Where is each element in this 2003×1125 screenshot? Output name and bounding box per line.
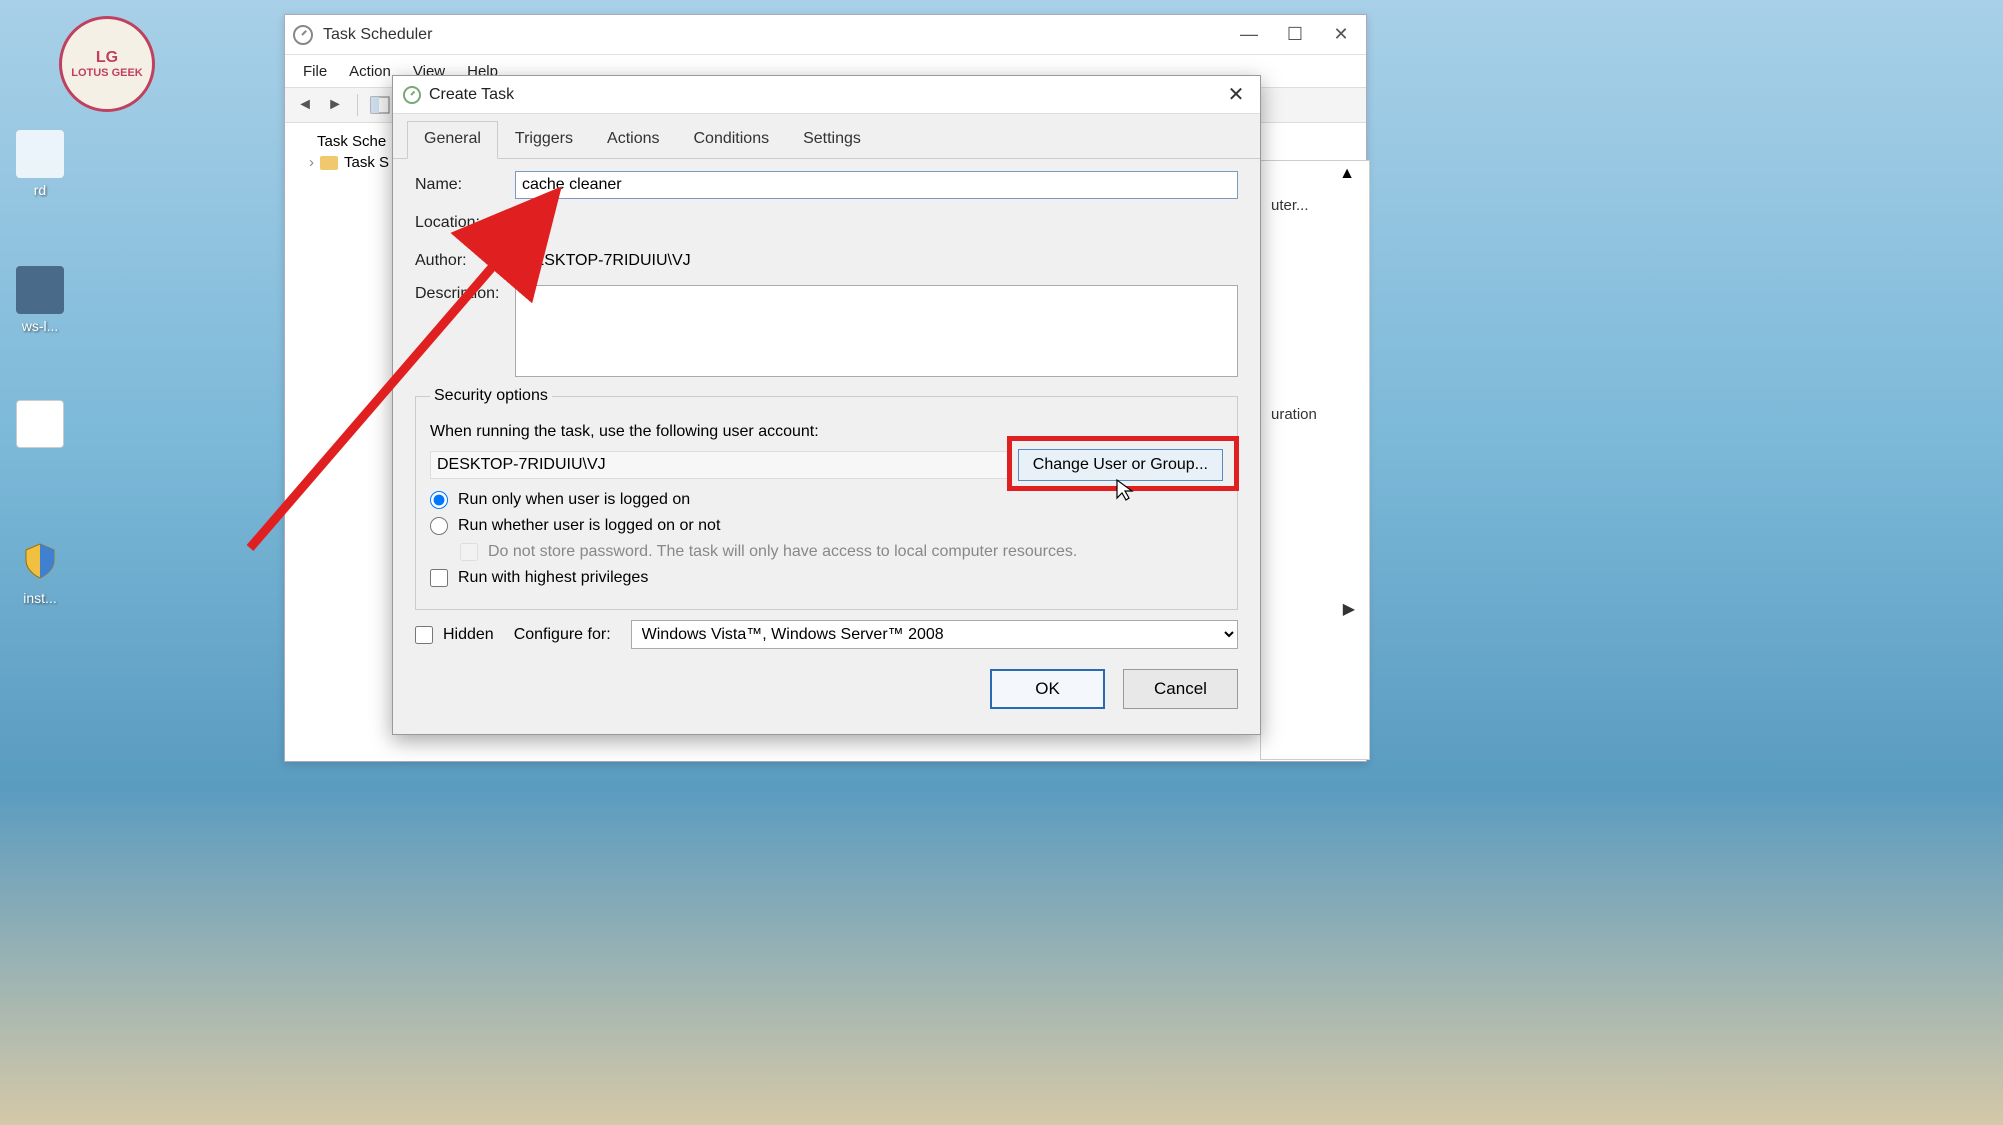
cancel-button[interactable]: Cancel <box>1123 669 1238 709</box>
back-button[interactable]: ◄ <box>293 93 317 117</box>
panel-item[interactable]: uration <box>1261 400 1369 429</box>
description-input[interactable] <box>515 285 1238 377</box>
toolbar-item[interactable] <box>368 93 392 117</box>
checkbox-hidden[interactable]: Hidden <box>415 626 494 644</box>
name-input[interactable] <box>515 171 1238 199</box>
tab-triggers[interactable]: Triggers <box>498 121 590 159</box>
tree-label: Task S <box>344 154 389 171</box>
tab-general[interactable]: General <box>407 121 498 159</box>
change-user-button[interactable]: Change User or Group... <box>1018 449 1223 481</box>
menu-file[interactable]: File <box>303 63 327 80</box>
bottom-row: Hidden Configure for: Windows Vista™, Wi… <box>393 610 1260 659</box>
tab-actions[interactable]: Actions <box>590 121 676 159</box>
maximize-button[interactable]: ☐ <box>1286 26 1304 44</box>
dialog-title: Create Task <box>429 86 514 104</box>
ok-button[interactable]: OK <box>990 669 1105 709</box>
actions-panel: ▲ uter... uration ▶ <box>1260 160 1370 760</box>
minimize-button[interactable]: — <box>1240 26 1258 44</box>
desktop-icon[interactable]: ws-l... <box>0 266 80 334</box>
titlebar[interactable]: Task Scheduler — ☐ ✕ <box>285 15 1366 55</box>
radio-label: Run whether user is logged on or not <box>458 517 720 535</box>
collapse-caret[interactable]: ▲ <box>1339 165 1355 183</box>
clock-icon <box>293 25 313 45</box>
checkbox-no-password-input <box>460 543 478 561</box>
security-fieldset: Security options When running the task, … <box>415 387 1238 610</box>
close-button[interactable]: ✕ <box>1222 81 1250 109</box>
desktop-icon[interactable] <box>0 400 80 452</box>
radio-logged-on[interactable]: Run only when user is logged on <box>430 491 1223 509</box>
dialog-titlebar[interactable]: Create Task ✕ <box>393 76 1260 114</box>
separator <box>357 94 358 116</box>
tree-label: Task Sche <box>317 133 386 150</box>
description-label: Description: <box>415 285 515 303</box>
checkbox-highest-privileges[interactable]: Run with highest privileges <box>430 569 1223 587</box>
location-value: \ <box>515 209 1238 237</box>
panel-item[interactable]: uter... <box>1261 191 1369 220</box>
checkbox-hidden-input[interactable] <box>415 626 433 644</box>
shield-icon <box>16 538 64 586</box>
check-label: Run with highest privileges <box>458 569 648 587</box>
dialog-buttons: OK Cancel <box>393 659 1260 725</box>
desktop-icon[interactable]: inst... <box>0 538 80 606</box>
desktop-icon[interactable]: rd <box>0 130 80 198</box>
tabstrip: General Triggers Actions Conditions Sett… <box>393 120 1260 159</box>
checkbox-highest-input[interactable] <box>430 569 448 587</box>
configure-for-label: Configure for: <box>514 626 611 644</box>
forward-button[interactable]: ► <box>323 93 347 117</box>
name-label: Name: <box>415 176 515 194</box>
tab-conditions[interactable]: Conditions <box>676 121 786 159</box>
radio-label: Run only when user is logged on <box>458 491 690 509</box>
tab-settings[interactable]: Settings <box>786 121 878 159</box>
configure-for-select[interactable]: Windows Vista™, Windows Server™ 2008 <box>631 620 1238 649</box>
shortcut-icon <box>16 266 64 314</box>
check-label: Do not store password. The task will onl… <box>488 543 1077 561</box>
radio-whether-logged-input[interactable] <box>430 517 448 535</box>
check-label: Hidden <box>443 626 494 644</box>
close-button[interactable]: ✕ <box>1332 26 1350 44</box>
folder-icon <box>320 156 338 170</box>
author-label: Author: <box>415 252 515 270</box>
menu-action[interactable]: Action <box>349 63 391 80</box>
document-icon <box>16 400 64 448</box>
user-account-value: DESKTOP-7RIDUIU\VJ <box>430 451 1008 479</box>
location-label: Location: <box>415 214 515 232</box>
icon-label: inst... <box>23 590 56 606</box>
radio-logged-on-input[interactable] <box>430 491 448 509</box>
logo-text: LOTUS GEEK <box>71 67 143 79</box>
icon-label: ws-l... <box>22 318 59 334</box>
shortcut-icon <box>16 130 64 178</box>
window-title: Task Scheduler <box>323 26 432 44</box>
when-running-label: When running the task, use the following… <box>430 423 1223 441</box>
icon-label: rd <box>34 182 46 198</box>
dialog-body: Name: Location: \ Author: DESKTOP-7RIDUI… <box>393 159 1260 610</box>
radio-whether-logged[interactable]: Run whether user is logged on or not <box>430 517 1223 535</box>
checkbox-no-password: Do not store password. The task will onl… <box>460 543 1223 561</box>
author-value: DESKTOP-7RIDUIU\VJ <box>515 247 1238 275</box>
logo-badge: LG LOTUS GEEK <box>59 16 155 112</box>
clock-icon <box>295 134 311 150</box>
clock-icon <box>403 86 421 104</box>
expand-icon[interactable]: › <box>309 154 314 171</box>
create-task-dialog: Create Task ✕ General Triggers Actions C… <box>392 75 1261 735</box>
chevron-right-icon[interactable]: ▶ <box>1343 599 1355 619</box>
security-legend: Security options <box>430 387 552 405</box>
